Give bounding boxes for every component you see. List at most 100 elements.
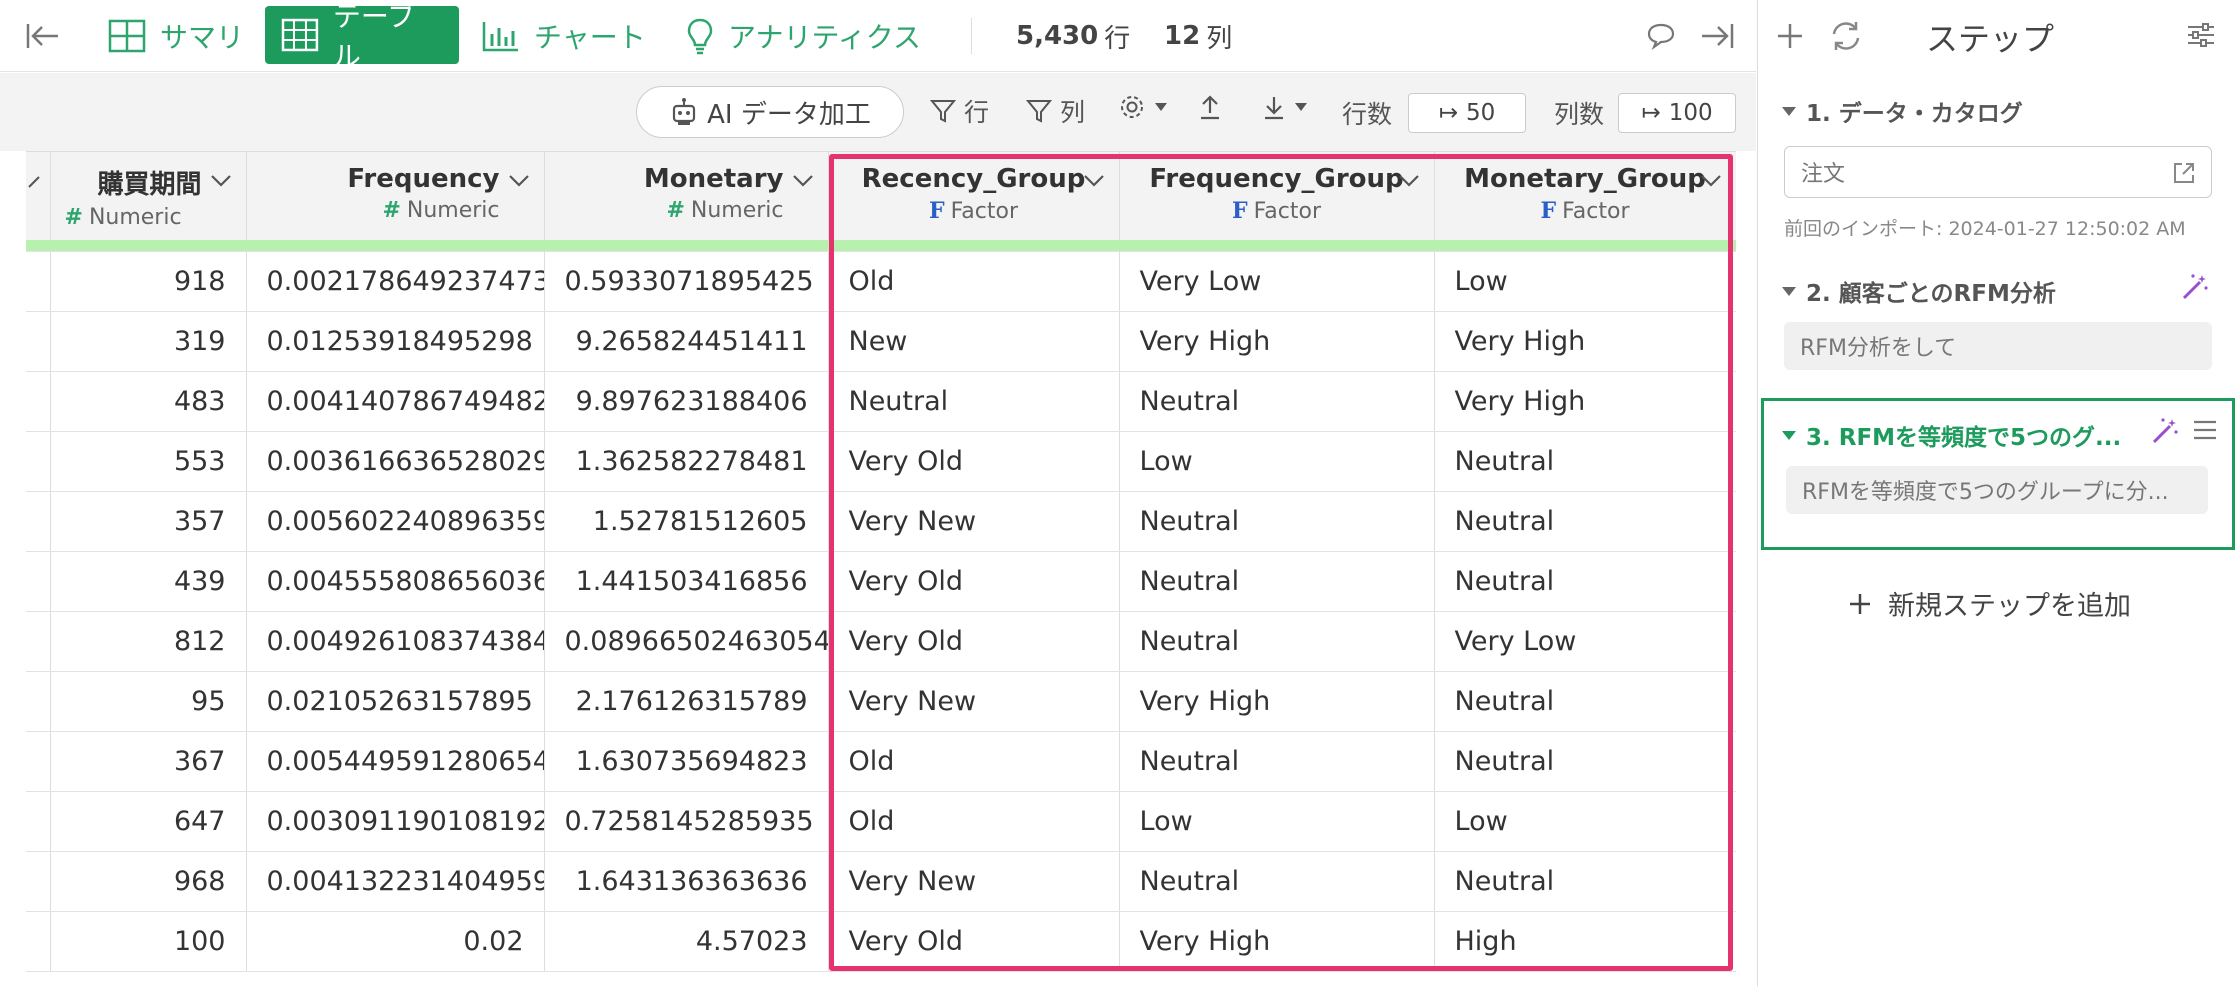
- collapse-triangle-icon[interactable]: [1782, 286, 1796, 296]
- ai-data-processing-button[interactable]: AI データ加工: [636, 86, 904, 138]
- table-cell[interactable]: 812: [50, 611, 247, 672]
- table-cell[interactable]: Very Low: [1434, 611, 1736, 672]
- table-cell[interactable]: 100: [50, 911, 247, 972]
- magic-wand-icon[interactable]: [2180, 272, 2210, 302]
- table-cell[interactable]: Neutral: [1119, 851, 1435, 912]
- table-cell[interactable]: Very New: [828, 491, 1120, 552]
- table-cell[interactable]: Old: [828, 731, 1120, 792]
- table-cell[interactable]: 9.897623188406: [544, 371, 829, 432]
- table-cell[interactable]: Neutral: [1434, 491, 1736, 552]
- table-cell[interactable]: 1.630735694823: [544, 731, 829, 792]
- table-cell[interactable]: 0.7258145285935: [544, 791, 829, 852]
- table-cell[interactable]: 0.004926108374384: [246, 611, 545, 672]
- chevron-down-icon[interactable]: [1083, 174, 1105, 188]
- table-cell[interactable]: Neutral: [1434, 551, 1736, 612]
- chevron-down-icon[interactable]: [792, 174, 814, 188]
- table-cell[interactable]: Low: [1434, 251, 1736, 312]
- table-cell[interactable]: Low: [1119, 791, 1435, 852]
- table-cell[interactable]: Very New: [828, 851, 1120, 912]
- chevron-down-icon[interactable]: [1700, 174, 1722, 188]
- table-cell[interactable]: Neutral: [1434, 431, 1736, 492]
- comment-icon[interactable]: [1646, 0, 1676, 72]
- table-cell[interactable]: 0.01253918495298: [246, 311, 545, 372]
- table-cell[interactable]: Neutral: [1434, 851, 1736, 912]
- table-cell[interactable]: Neutral: [1119, 731, 1435, 792]
- table-cell[interactable]: Very Old: [828, 431, 1120, 492]
- magic-wand-icon[interactable]: [2150, 416, 2180, 446]
- step-prompt[interactable]: RFM分析をして: [1784, 322, 2212, 370]
- column-header-truncated[interactable]: [26, 151, 51, 240]
- settings-sliders-icon[interactable]: [2186, 20, 2216, 50]
- table-cell[interactable]: Neutral: [1434, 671, 1736, 732]
- table-cell[interactable]: 2.176126315789: [544, 671, 829, 732]
- table-cell[interactable]: 1.441503416856: [544, 551, 829, 612]
- column-filter-button[interactable]: 列: [1026, 93, 1085, 129]
- table-cell[interactable]: Very High: [1119, 911, 1435, 972]
- table-cell[interactable]: 0.005449591280654: [246, 731, 545, 792]
- table-cell[interactable]: 319: [50, 311, 247, 372]
- column-header-frequency[interactable]: Frequency # Numeric: [246, 151, 545, 240]
- table-cell[interactable]: 9.265824451411: [544, 311, 829, 372]
- hamburger-menu-icon[interactable]: [2192, 418, 2218, 442]
- table-cell[interactable]: Old: [828, 791, 1120, 852]
- chevron-down-icon[interactable]: [1398, 174, 1420, 188]
- table-cell[interactable]: 0.003616636528029: [246, 431, 545, 492]
- table-cell[interactable]: 95: [50, 671, 247, 732]
- tab-summary[interactable]: サマリ: [92, 0, 260, 72]
- table-cell[interactable]: Neutral: [828, 371, 1120, 432]
- add-step-button[interactable]: 新規ステップを追加: [1848, 584, 2131, 623]
- table-cell[interactable]: Very Old: [828, 551, 1120, 612]
- table-cell[interactable]: 0.5933071895425: [544, 251, 829, 312]
- table-cell[interactable]: Very New: [828, 671, 1120, 732]
- row-filter-button[interactable]: 行: [930, 93, 989, 129]
- table-cell[interactable]: 4.57023: [544, 911, 829, 972]
- table-cell[interactable]: 1.643136363636: [544, 851, 829, 912]
- chevron-down-icon[interactable]: [210, 174, 232, 188]
- table-cell[interactable]: 553: [50, 431, 247, 492]
- column-header-frequency-group[interactable]: Frequency_Group F Factor: [1119, 151, 1435, 240]
- table-cell[interactable]: Very Old: [828, 611, 1120, 672]
- table-cell[interactable]: 647: [50, 791, 247, 852]
- step-prompt[interactable]: RFMを等頻度で5つのグループに分...: [1786, 466, 2208, 514]
- cols-limit-input[interactable]: ↦ 100: [1618, 93, 1736, 133]
- table-cell[interactable]: Very Low: [1119, 251, 1435, 312]
- table-cell[interactable]: Very Old: [828, 911, 1120, 972]
- table-cell[interactable]: 0.08966502463054: [544, 611, 829, 672]
- table-cell[interactable]: Very High: [1434, 311, 1736, 372]
- table-cell[interactable]: High: [1434, 911, 1736, 972]
- collapse-triangle-icon[interactable]: [1782, 430, 1796, 440]
- table-cell[interactable]: Neutral: [1119, 551, 1435, 612]
- column-header-purchase-period[interactable]: 購買期間 # Numeric: [50, 151, 247, 240]
- table-cell[interactable]: Very High: [1119, 311, 1435, 372]
- tab-analytics[interactable]: アナリティクス: [670, 0, 937, 72]
- table-cell[interactable]: Neutral: [1434, 731, 1736, 792]
- collapse-left-icon[interactable]: [22, 0, 62, 72]
- step-source-field[interactable]: 注文: [1784, 146, 2212, 198]
- upload-icon[interactable]: [1198, 93, 1222, 121]
- table-cell[interactable]: 0.004140786749482: [246, 371, 545, 432]
- plus-icon[interactable]: [1774, 20, 1806, 52]
- tab-table[interactable]: テーブル: [265, 0, 459, 73]
- download-menu-button[interactable]: [1262, 93, 1308, 121]
- table-cell[interactable]: Low: [1434, 791, 1736, 852]
- table-cell[interactable]: 439: [50, 551, 247, 612]
- table-cell[interactable]: 968: [50, 851, 247, 912]
- table-cell[interactable]: 0.005602240896359: [246, 491, 545, 552]
- table-cell[interactable]: Very High: [1434, 371, 1736, 432]
- column-header-monetary-group[interactable]: Monetary_Group F Factor: [1434, 151, 1736, 240]
- table-cell[interactable]: Very High: [1119, 671, 1435, 732]
- table-cell[interactable]: Old: [828, 251, 1120, 312]
- table-cell[interactable]: New: [828, 311, 1120, 372]
- table-cell[interactable]: 367: [50, 731, 247, 792]
- table-cell[interactable]: Low: [1119, 431, 1435, 492]
- table-cell[interactable]: 0.004555808656036: [246, 551, 545, 612]
- refresh-icon[interactable]: [1828, 18, 1864, 54]
- table-cell[interactable]: 0.003091190108192: [246, 791, 545, 852]
- rows-limit-input[interactable]: ↦ 50: [1408, 93, 1526, 133]
- table-cell[interactable]: Neutral: [1119, 491, 1435, 552]
- settings-menu-button[interactable]: [1118, 93, 1168, 121]
- chevron-down-icon[interactable]: [508, 174, 530, 188]
- table-cell[interactable]: 0.004132231404959: [246, 851, 545, 912]
- table-cell[interactable]: Neutral: [1119, 611, 1435, 672]
- table-cell[interactable]: 0.02: [246, 911, 545, 972]
